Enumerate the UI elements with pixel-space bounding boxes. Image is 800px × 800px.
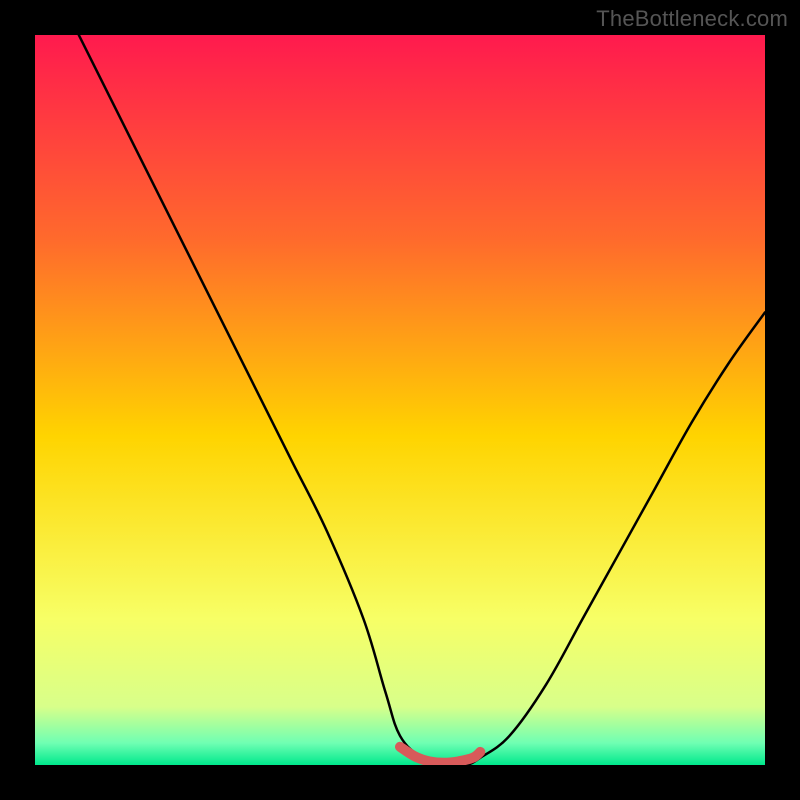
chart-frame: TheBottleneck.com — [0, 0, 800, 800]
gradient-background — [35, 35, 765, 765]
plot-area — [35, 35, 765, 765]
bottleneck-chart-svg — [35, 35, 765, 765]
watermark-text: TheBottleneck.com — [596, 6, 788, 32]
